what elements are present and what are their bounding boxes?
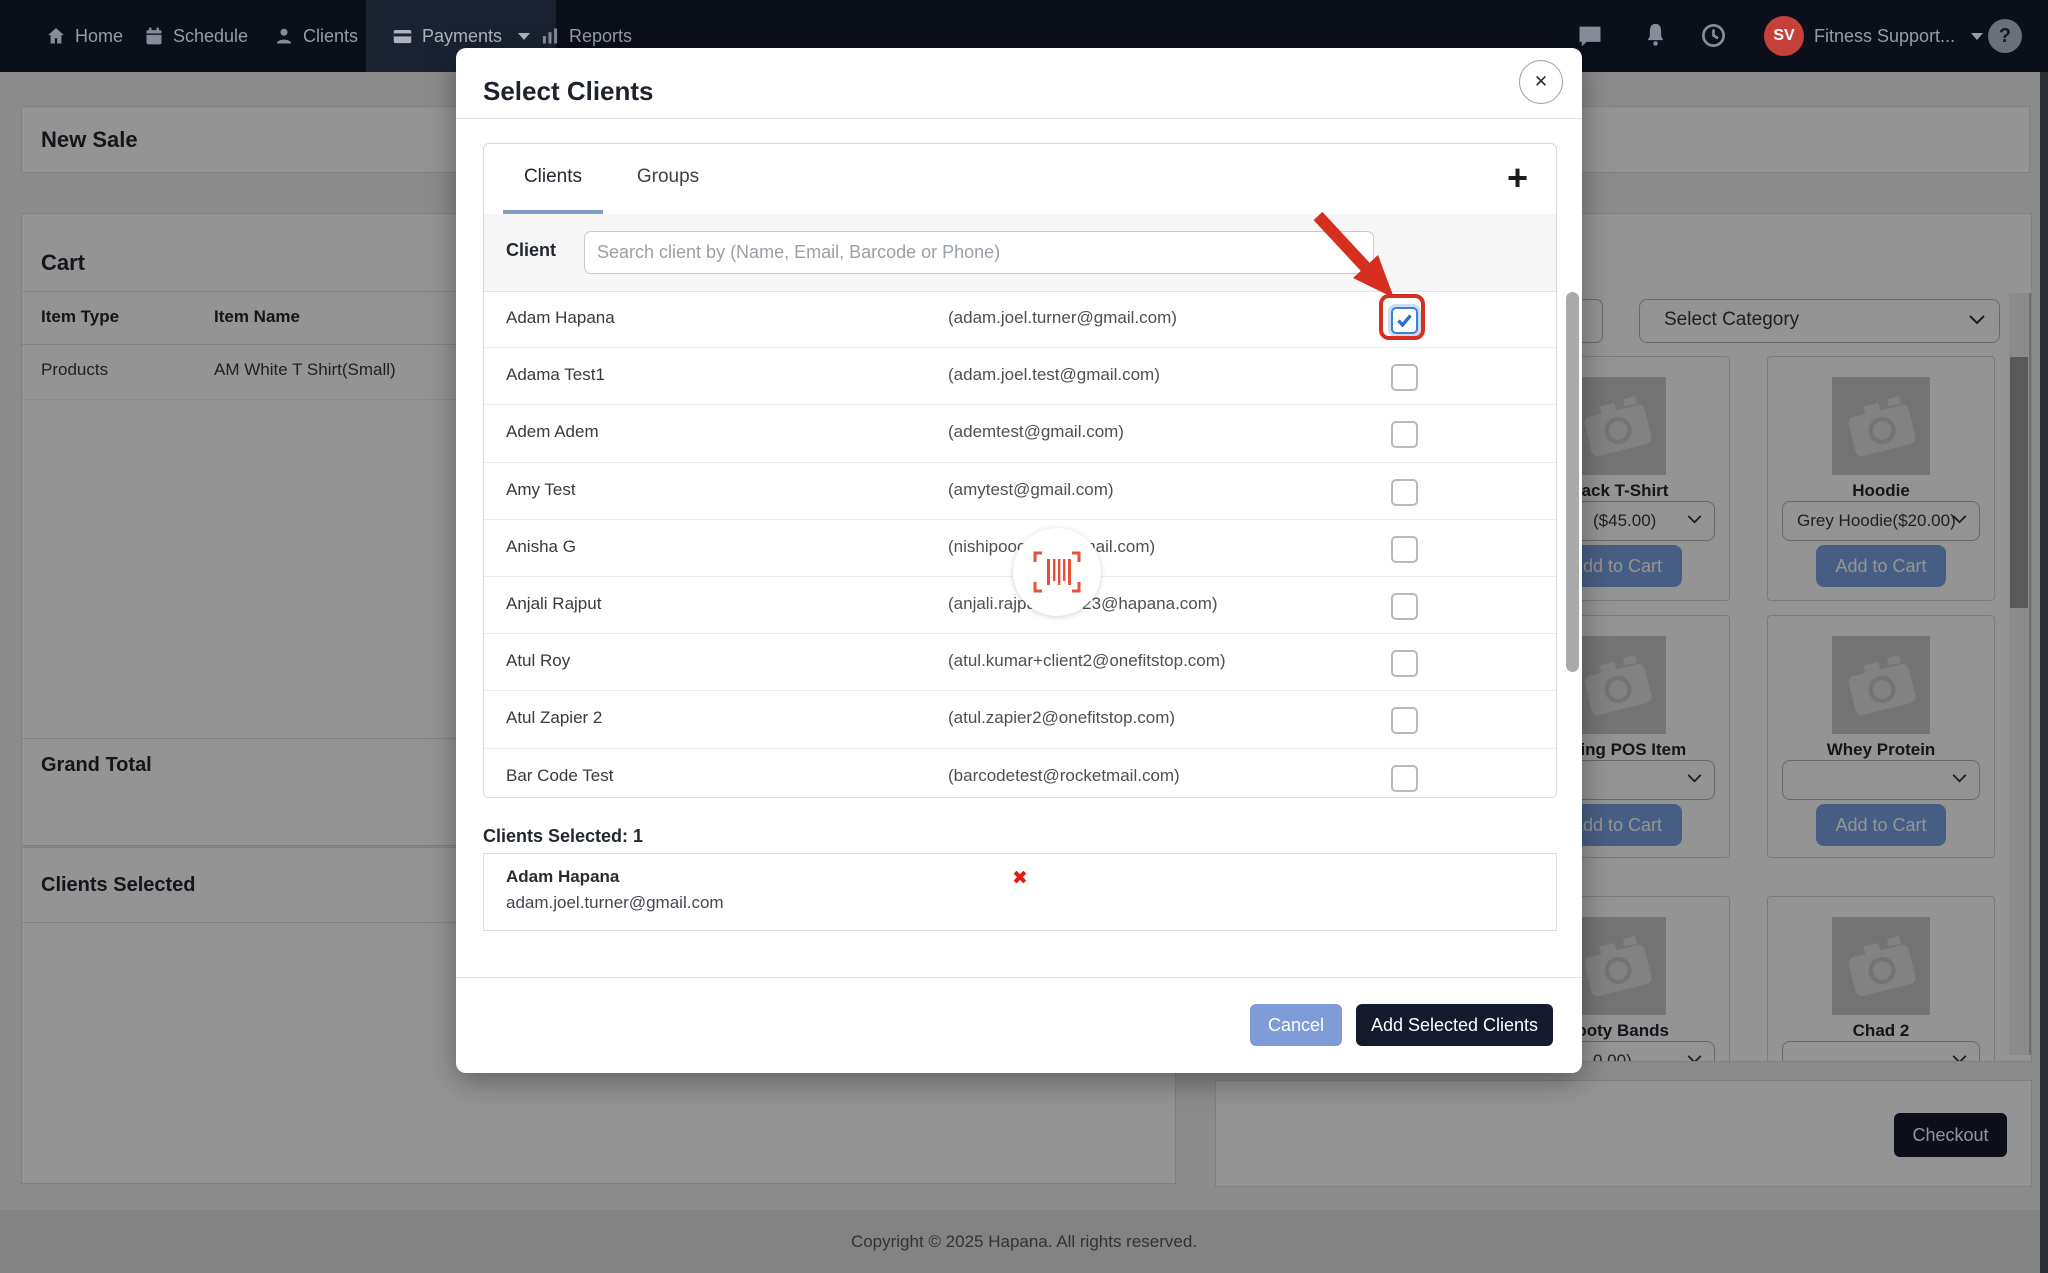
help-icon[interactable]: ? bbox=[1988, 19, 2022, 53]
user-avatar[interactable]: SV bbox=[1764, 16, 1804, 56]
client-name: Adama Test1 bbox=[506, 365, 605, 385]
chevron-down-icon bbox=[1971, 33, 1983, 40]
add-selected-clients-button[interactable]: Add Selected Clients bbox=[1356, 1004, 1553, 1046]
avatar-initials: SV bbox=[1773, 27, 1794, 45]
calendar-icon bbox=[144, 26, 164, 46]
nav-reports-label: Reports bbox=[569, 26, 632, 47]
annotation-ring bbox=[1379, 294, 1425, 340]
client-name: Anjali Rajput bbox=[506, 594, 601, 614]
client-row[interactable]: Atul Zapier 2 (atul.zapier2@onefitstop.c… bbox=[484, 691, 1556, 748]
tab-groups[interactable]: Groups bbox=[623, 144, 713, 210]
client-name: Adam Hapana bbox=[506, 308, 615, 328]
bar-chart-icon bbox=[540, 26, 560, 46]
chat-icon[interactable] bbox=[1576, 22, 1604, 55]
clients-selected-count: Clients Selected: 1 bbox=[483, 826, 643, 847]
account-menu[interactable]: Fitness Support... bbox=[1814, 0, 1983, 72]
client-name: Bar Code Test bbox=[506, 766, 613, 786]
client-email: (atul.kumar+client2@onefitstop.com) bbox=[948, 651, 1226, 671]
payments-card-icon bbox=[392, 26, 413, 47]
client-email: (ademtest@gmail.com) bbox=[948, 422, 1124, 442]
client-name: Atul Zapier 2 bbox=[506, 708, 602, 728]
account-name: Fitness Support... bbox=[1814, 26, 1955, 47]
nav-home-label: Home bbox=[75, 26, 123, 47]
history-clock-icon[interactable] bbox=[1700, 22, 1727, 54]
remove-selected-icon[interactable]: ✖ bbox=[1012, 867, 1028, 890]
client-list-scrollbar-thumb[interactable] bbox=[1566, 292, 1579, 672]
client-checkbox[interactable] bbox=[1391, 593, 1418, 620]
client-search-input[interactable] bbox=[584, 231, 1374, 274]
barcode-scan-badge bbox=[1013, 528, 1101, 616]
notifications-bell-icon[interactable] bbox=[1642, 21, 1669, 53]
client-checkbox[interactable] bbox=[1391, 765, 1418, 792]
tab-clients-label: Clients bbox=[524, 166, 582, 188]
client-email: (amytest@gmail.com) bbox=[948, 480, 1114, 500]
client-email: (atul.zapier2@onefitstop.com) bbox=[948, 708, 1175, 728]
client-email: (barcodetest@rocketmail.com) bbox=[948, 766, 1180, 786]
person-icon bbox=[274, 26, 294, 46]
client-name: Adem Adem bbox=[506, 422, 599, 442]
client-checkbox[interactable] bbox=[1391, 536, 1418, 563]
nav-home[interactable]: Home bbox=[46, 0, 123, 72]
tab-bar: Clients Groups + bbox=[484, 144, 1556, 215]
client-row[interactable]: Adama Test1 (adam.joel.test@gmail.com) bbox=[484, 348, 1556, 405]
modal-title: Select Clients bbox=[483, 76, 654, 107]
client-checkbox[interactable] bbox=[1391, 479, 1418, 506]
app-window: Home Schedule Clients Payments Reports bbox=[0, 0, 2048, 1273]
selected-client-email: adam.joel.turner@gmail.com bbox=[506, 893, 724, 913]
nav-schedule[interactable]: Schedule bbox=[144, 0, 248, 72]
client-row[interactable]: Amy Test (amytest@gmail.com) bbox=[484, 463, 1556, 520]
chevron-down-icon bbox=[518, 33, 530, 40]
home-icon bbox=[46, 26, 66, 46]
client-search-label: Client bbox=[506, 240, 556, 261]
selected-client-name: Adam Hapana bbox=[506, 867, 619, 887]
client-name: Anisha G bbox=[506, 537, 576, 557]
tab-groups-label: Groups bbox=[637, 166, 699, 188]
client-name: Amy Test bbox=[506, 480, 576, 500]
client-row[interactable]: Atul Roy (atul.kumar+client2@onefitstop.… bbox=[484, 634, 1556, 691]
nav-payments-label: Payments bbox=[422, 26, 502, 47]
nav-schedule-label: Schedule bbox=[173, 26, 248, 47]
client-email: (adam.joel.turner@gmail.com) bbox=[948, 308, 1177, 328]
selected-client-card: Adam Hapana adam.joel.turner@gmail.com ✖ bbox=[483, 853, 1557, 931]
client-email: (adam.joel.test@gmail.com) bbox=[948, 365, 1160, 385]
divider bbox=[456, 977, 1582, 978]
client-checkbox[interactable] bbox=[1391, 650, 1418, 677]
barcode-icon bbox=[1032, 551, 1082, 593]
client-row[interactable]: Bar Code Test (barcodetest@rocketmail.co… bbox=[484, 749, 1556, 805]
nav-clients[interactable]: Clients bbox=[274, 0, 358, 72]
client-name: Atul Roy bbox=[506, 651, 570, 671]
divider bbox=[456, 118, 1582, 119]
client-checkbox[interactable] bbox=[1391, 707, 1418, 734]
add-client-plus-icon[interactable]: + bbox=[1507, 156, 1528, 200]
close-icon[interactable]: ✕ bbox=[1519, 60, 1563, 104]
cancel-button[interactable]: Cancel bbox=[1250, 1004, 1342, 1046]
client-checkbox[interactable] bbox=[1391, 421, 1418, 448]
tab-clients[interactable]: Clients bbox=[503, 144, 603, 214]
client-checkbox[interactable] bbox=[1391, 364, 1418, 391]
client-row[interactable]: Adem Adem (ademtest@gmail.com) bbox=[484, 405, 1556, 462]
nav-clients-label: Clients bbox=[303, 26, 358, 47]
